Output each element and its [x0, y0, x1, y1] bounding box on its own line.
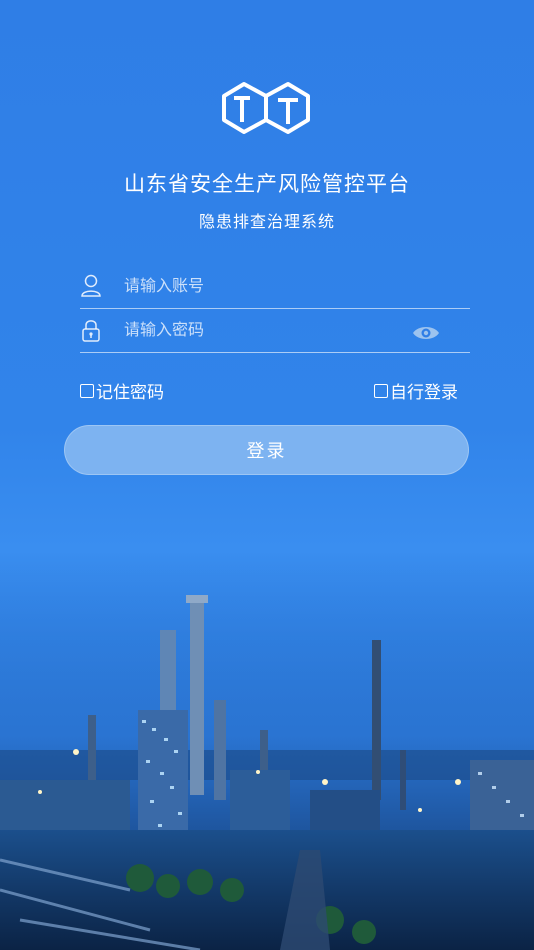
account-input[interactable]: [124, 270, 414, 300]
account-field: [80, 264, 470, 309]
platform-title: 山东省安全生产风险管控平台: [124, 172, 410, 196]
password-input[interactable]: [124, 314, 414, 344]
remember-password-label: 记住密码: [96, 383, 164, 403]
auto-login-option[interactable]: 自行登录: [374, 378, 458, 403]
user-icon: [81, 274, 101, 297]
eye-icon[interactable]: [412, 324, 440, 342]
password-field: [80, 308, 470, 353]
login-screen: 山东省安全生产风险管控平台 隐患排查治理系统 记住密码 自行登录 登: [0, 0, 534, 950]
login-button[interactable]: 登录: [64, 425, 469, 475]
system-subtitle: 隐患排查治理系统: [198, 212, 335, 231]
auto-login-label: 自行登录: [390, 383, 458, 403]
remember-password-option[interactable]: 记住密码: [80, 378, 164, 403]
auto-login-checkbox[interactable]: [374, 383, 388, 398]
lock-icon: [82, 320, 100, 342]
industrial-background-image: [0, 560, 534, 950]
remember-password-checkbox[interactable]: [80, 383, 94, 398]
cube-logo-icon: [222, 82, 310, 134]
